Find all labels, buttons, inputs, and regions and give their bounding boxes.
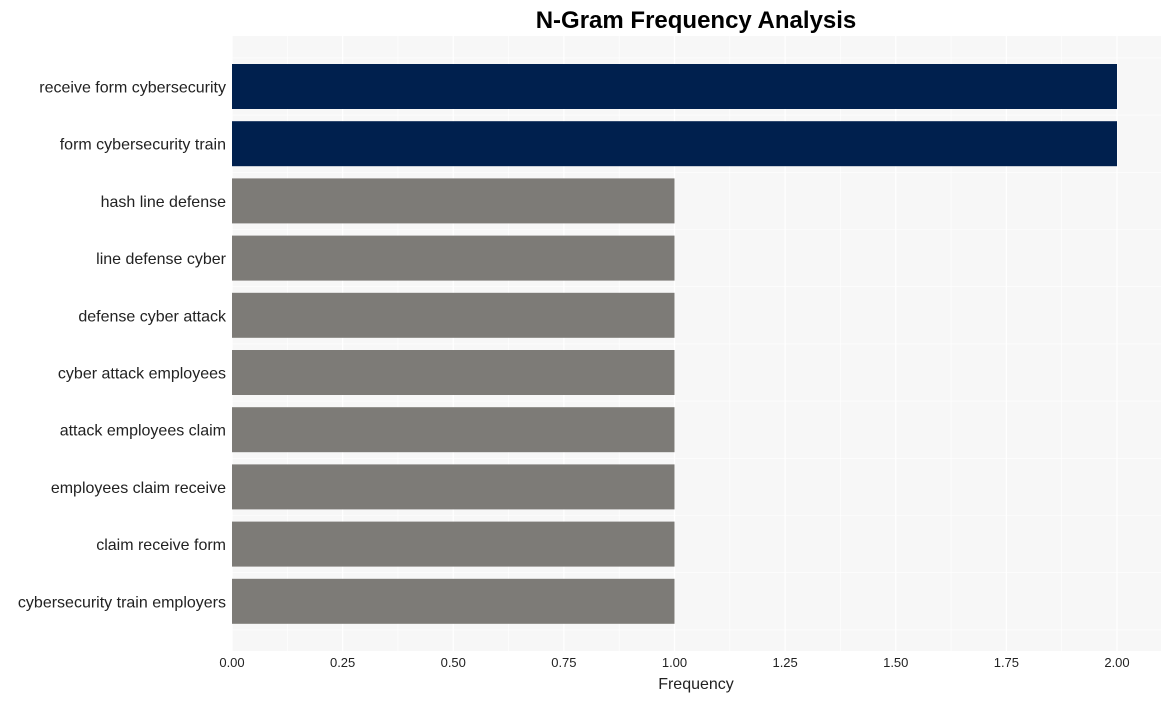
x-tick-label: 1.50 [883, 655, 908, 670]
x-tick-label: 0.25 [330, 655, 355, 670]
x-tick-label: 0.75 [551, 655, 576, 670]
y-tick-label: claim receive form [96, 537, 226, 554]
x-tick-label: 1.25 [772, 655, 797, 670]
y-tick-label: attack employees claim [60, 423, 226, 440]
x-tick-label: 1.00 [662, 655, 687, 670]
ngram-bar-chart: receive form cybersecurity form cybersecu… [18, 7, 1161, 693]
bar-employees-claim-receive [232, 464, 675, 510]
bar-attack-employees-claim [232, 407, 675, 453]
x-tick-label: 1.75 [994, 655, 1019, 670]
x-tick-label: 2.00 [1104, 655, 1129, 670]
x-axis-label: Frequency [658, 676, 734, 693]
bar-line-defense-cyber [232, 235, 675, 281]
bar-cybersecurity-train-employers [232, 578, 675, 624]
y-tick-label: hash line defense [101, 194, 227, 211]
y-tick-label: form cybersecurity train [60, 137, 226, 154]
x-tick-labels: 0.00 0.25 0.50 0.75 1.00 1.25 1.50 1.75 2.00 [219, 655, 1129, 670]
bar-hash-line-defense [232, 178, 675, 224]
y-tick-label: cyber attack employees [58, 366, 226, 383]
y-tick-label: employees claim receive [51, 480, 226, 497]
y-tick-labels: receive form cybersecurity form cybersecu… [18, 80, 227, 612]
y-tick-label: line defense cyber [96, 251, 227, 268]
bar-defense-cyber-attack [232, 292, 675, 338]
y-tick-label: receive form cybersecurity [39, 80, 226, 97]
y-tick-label: cybersecurity train employers [18, 594, 226, 611]
bar-receive-form-cybersecurity [232, 64, 1117, 109]
bar-claim-receive-form [232, 521, 675, 567]
chart-title: N-Gram Frequency Analysis [536, 7, 857, 34]
x-tick-label: 0.00 [219, 655, 244, 670]
bar-form-cybersecurity-train [232, 121, 1117, 167]
x-tick-label: 0.50 [441, 655, 466, 670]
y-tick-label: defense cyber attack [78, 308, 227, 325]
bar-cyber-attack-employees [232, 350, 675, 395]
